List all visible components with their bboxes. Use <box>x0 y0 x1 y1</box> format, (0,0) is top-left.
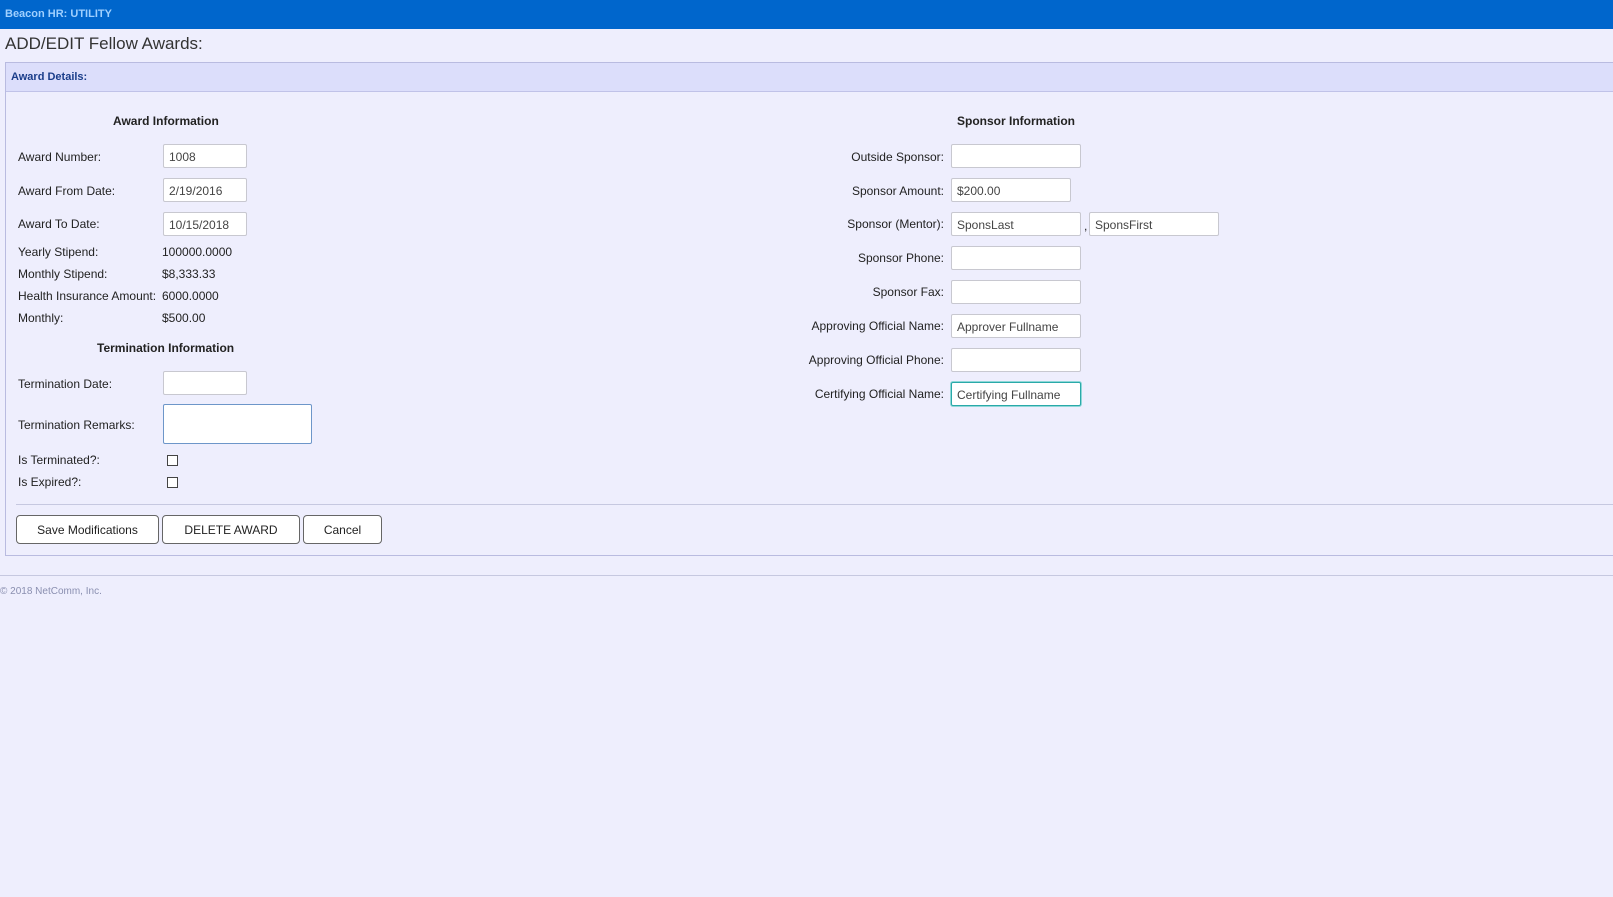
footer-copyright: © 2018 NetComm, Inc. <box>0 586 102 597</box>
termination-info-title: Termination Information <box>97 341 235 355</box>
approving-official-name-input[interactable]: Approver Fullname <box>951 314 1081 338</box>
sponsor-mentor-first-input[interactable]: SponsFirst <box>1089 212 1219 236</box>
sponsor-phone-label: Sponsor Phone: <box>857 251 944 265</box>
termination-date-label: Termination Date: <box>18 377 113 391</box>
sponsor-phone-input[interactable] <box>951 246 1081 270</box>
panel-header-title: Award Details: <box>11 71 88 83</box>
cancel-button[interactable]: Cancel <box>303 515 382 544</box>
approving-official-phone-input[interactable] <box>951 348 1081 372</box>
certifying-official-name-label: Certifying Official Name: <box>814 387 944 401</box>
monthly-value: $500.00 <box>162 311 206 325</box>
is-expired-checkbox[interactable] <box>167 477 178 488</box>
health-insurance-value: 6000.0000 <box>162 289 219 303</box>
outside-sponsor-input[interactable] <box>951 144 1081 168</box>
termination-remarks-label: Termination Remarks: <box>18 418 135 432</box>
form-divider <box>16 504 1613 505</box>
health-insurance-label: Health Insurance Amount: <box>18 289 157 303</box>
approving-official-phone-label: Approving Official Phone: <box>808 353 944 367</box>
award-info-title: Award Information <box>113 114 219 128</box>
app-header-bar: Beacon HR: UTILITY <box>0 0 1613 29</box>
termination-date-input[interactable] <box>163 371 247 395</box>
sponsor-mentor-last-input[interactable]: SponsLast <box>951 212 1081 236</box>
award-from-date-input[interactable]: 2/19/2016 <box>163 178 247 202</box>
is-expired-label: Is Expired?: <box>18 475 82 489</box>
certifying-official-name-input[interactable]: Certifying Fullname <box>951 382 1081 406</box>
award-to-date-input[interactable]: 10/15/2018 <box>163 212 247 236</box>
delete-award-button[interactable]: DELETE AWARD <box>162 515 300 544</box>
award-to-date-label: Award To Date: <box>18 217 100 231</box>
sponsor-fax-label: Sponsor Fax: <box>872 285 944 299</box>
page-title: ADD/EDIT Fellow Awards: <box>5 34 203 53</box>
monthly-stipend-label: Monthly Stipend: <box>18 267 108 281</box>
sponsor-mentor-label: Sponsor (Mentor): <box>847 217 944 231</box>
sponsor-fax-input[interactable] <box>951 280 1081 304</box>
award-details-panel: Award Details: Award Information Award N… <box>5 62 1613 556</box>
award-from-date-label: Award From Date: <box>18 184 116 198</box>
panel-header: Award Details: <box>6 63 1613 92</box>
yearly-stipend-label: Yearly Stipend: <box>18 245 99 259</box>
award-number-label: Award Number: <box>18 150 102 164</box>
is-terminated-checkbox[interactable] <box>167 455 178 466</box>
monthly-label: Monthly: <box>18 311 64 325</box>
yearly-stipend-value: 100000.0000 <box>162 245 233 259</box>
sponsor-info-title: Sponsor Information <box>957 114 1075 128</box>
footer-divider <box>0 575 1613 576</box>
sponsor-amount-label: Sponsor Amount: <box>851 184 944 198</box>
is-terminated-label: Is Terminated?: <box>18 453 100 467</box>
save-modifications-button[interactable]: Save Modifications <box>16 515 159 544</box>
termination-remarks-textarea[interactable] <box>163 404 312 444</box>
app-title: Beacon HR: UTILITY <box>5 8 112 20</box>
name-separator: , <box>1084 219 1088 233</box>
monthly-stipend-value: $8,333.33 <box>162 267 216 281</box>
sponsor-amount-input[interactable]: $200.00 <box>951 178 1071 202</box>
approving-official-name-label: Approving Official Name: <box>811 319 944 333</box>
outside-sponsor-label: Outside Sponsor: <box>851 150 944 164</box>
award-number-input[interactable]: 1008 <box>163 144 247 168</box>
